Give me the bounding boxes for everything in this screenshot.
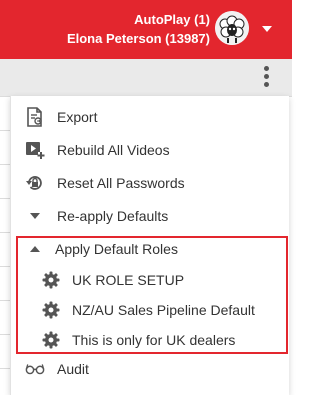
user-info[interactable]: AutoPlay (1) Elona Peterson (13987)	[67, 10, 210, 48]
menu-item-audit[interactable]: Audit	[11, 354, 289, 384]
kebab-menu-icon[interactable]	[262, 66, 270, 90]
video-plus-icon	[25, 140, 45, 160]
menu-item-label: Reset All Passwords	[57, 175, 185, 191]
menu-item-reapply-defaults[interactable]: Re-apply Defaults	[11, 201, 289, 231]
header-dropdown-caret-icon[interactable]	[262, 26, 272, 32]
toolbar	[0, 59, 292, 97]
menu-item-export[interactable]: Export	[11, 102, 289, 132]
menu-item-label: Apply Default Roles	[55, 241, 178, 257]
header-app-name: AutoPlay (1)	[134, 12, 210, 27]
export-document-icon	[25, 107, 45, 127]
menu-item-rebuild-videos[interactable]: Rebuild All Videos	[11, 135, 289, 165]
submenu-item-label: UK ROLE SETUP	[72, 272, 185, 288]
menu-item-apply-default-roles[interactable]: Apply Default Roles	[11, 234, 289, 264]
user-avatar[interactable]	[215, 11, 249, 45]
submenu-item-role[interactable]: UK ROLE SETUP	[11, 265, 289, 295]
caret-up-icon	[25, 239, 45, 259]
gear-icon	[41, 270, 61, 290]
menu-item-label: Audit	[57, 361, 89, 377]
submenu-item-role[interactable]: NZ/AU Sales Pipeline Default	[11, 295, 289, 325]
gear-icon	[41, 330, 61, 350]
app-header: AutoPlay (1) Elona Peterson (13987)	[0, 0, 292, 59]
submenu-item-role[interactable]: This is only for UK dealers	[11, 325, 289, 355]
actions-menu: Export Rebuild All Videos Reset All Pass…	[10, 96, 289, 395]
submenu-item-label: This is only for UK dealers	[72, 332, 236, 348]
submenu-item-label: NZ/AU Sales Pipeline Default	[72, 302, 255, 318]
menu-item-label: Re-apply Defaults	[57, 208, 169, 224]
lock-reset-icon	[25, 173, 45, 193]
sheep-avatar-icon	[215, 11, 249, 45]
gear-icon	[41, 300, 61, 320]
glasses-icon	[25, 359, 45, 379]
menu-item-reset-passwords[interactable]: Reset All Passwords	[11, 168, 289, 198]
menu-item-label: Rebuild All Videos	[57, 142, 170, 158]
header-user-name: Elona Peterson (13987)	[66, 31, 210, 46]
menu-item-label: Export	[57, 109, 98, 125]
caret-down-icon	[25, 206, 45, 226]
